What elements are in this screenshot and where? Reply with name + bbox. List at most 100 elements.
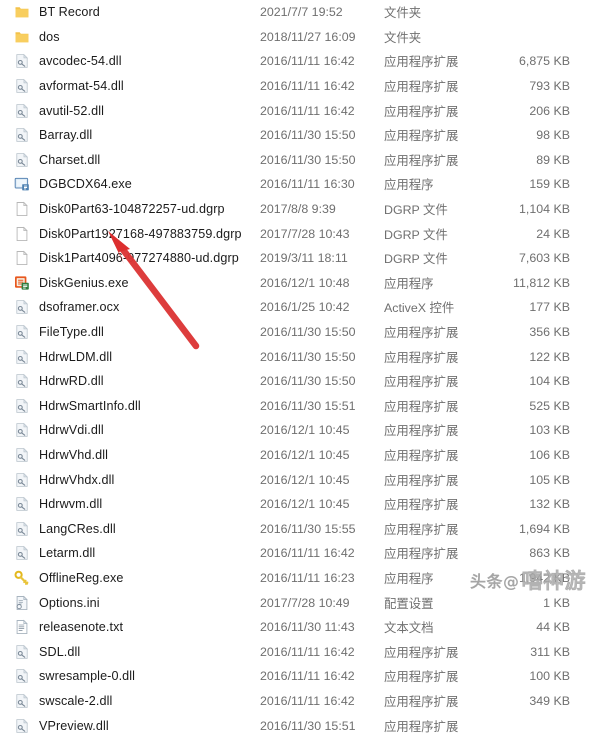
dll-icon: [14, 53, 30, 69]
file-size-cell: 1 KB: [543, 595, 570, 610]
file-row[interactable]: Letarm.dll 2016/11/11 16:42 应用程序扩展 863 KB: [0, 541, 594, 566]
file-date-cell: 2017/8/8 9:39: [260, 202, 336, 217]
file-row[interactable]: Barray.dll 2016/11/30 15:50 应用程序扩展 98 KB: [0, 123, 594, 148]
file-name-cell[interactable]: BT Record: [14, 4, 260, 20]
file-name-label: OfflineReg.exe: [39, 570, 124, 585]
file-row[interactable]: DGBCDX64.exe 2016/11/11 16:30 应用程序 159 KB: [0, 172, 594, 197]
file-size-cell: 311 KB: [530, 644, 570, 659]
file-name-label: Disk0Part63-104872257-ud.dgrp: [39, 202, 225, 217]
file-row[interactable]: Disk0Part1927168-497883759.dgrp 2017/7/28…: [0, 221, 594, 246]
file-size-cell: 98 KB: [536, 128, 570, 143]
file-name-label: Hdrwvm.dll: [39, 497, 103, 512]
file-size-cell: 356 KB: [529, 325, 570, 340]
file-row[interactable]: VPreview.dll 2016/11/30 15:51 应用程序扩展: [0, 713, 594, 738]
file-name-cell[interactable]: avutil-52.dll: [14, 103, 260, 119]
file-row[interactable]: HdrwRD.dll 2016/11/30 15:50 应用程序扩展 104 KB: [0, 369, 594, 394]
file-date-cell: 2016/11/11 16:30: [260, 177, 355, 192]
file-name-cell[interactable]: Disk0Part1927168-497883759.dgrp: [14, 226, 260, 242]
file-row[interactable]: FileType.dll 2016/11/30 15:50 应用程序扩展 356 KB: [0, 320, 594, 345]
file-name-cell[interactable]: avcodec-54.dll: [14, 53, 260, 69]
blank-doc-icon: [14, 201, 30, 217]
file-size-cell: 793 KB: [529, 79, 570, 94]
file-row[interactable]: releasenote.txt 2016/11/30 11:43 文本文档 44 KB: [0, 615, 594, 640]
file-type-cell: DGRP 文件: [384, 203, 448, 218]
file-size-cell: 11,812 KB: [513, 275, 570, 290]
file-name-cell[interactable]: Disk0Part63-104872257-ud.dgrp: [14, 201, 260, 217]
file-name-cell[interactable]: VPreview.dll: [14, 718, 260, 734]
file-row[interactable]: HdrwVhdx.dll 2016/12/1 10:45 应用程序扩展 105 KB: [0, 467, 594, 492]
file-type-cell: 应用程序扩展: [384, 522, 459, 537]
file-name-label: avutil-52.dll: [39, 103, 105, 118]
file-row[interactable]: avutil-52.dll 2016/11/11 16:42 应用程序扩展 206 K…: [0, 98, 594, 123]
file-name-label: DiskGenius.exe: [39, 275, 129, 290]
file-name-cell[interactable]: FileType.dll: [14, 324, 260, 340]
dll-icon: [14, 472, 30, 488]
file-row[interactable]: DiskGenius.exe 2016/12/1 10:48 应用程序 11,812 …: [0, 271, 594, 296]
file-name-cell[interactable]: HdrwLDM.dll: [14, 349, 260, 365]
file-row[interactable]: Charset.dll 2016/11/30 15:50 应用程序扩展 89 KB: [0, 148, 594, 173]
file-name-cell[interactable]: swscale-2.dll: [14, 693, 260, 709]
file-name-cell[interactable]: Options.ini: [14, 595, 260, 611]
file-name-label: HdrwRD.dll: [39, 374, 104, 389]
file-size-cell: 177 KB: [529, 300, 570, 315]
file-type-cell: 应用程序: [384, 178, 434, 193]
file-row[interactable]: HdrwLDM.dll 2016/11/30 15:50 应用程序扩展 122 KB: [0, 344, 594, 369]
file-name-cell[interactable]: dsoframer.ocx: [14, 299, 260, 315]
file-row[interactable]: HdrwSmartInfo.dll 2016/11/30 15:51 应用程序扩展 5…: [0, 394, 594, 419]
file-date-cell: 2016/11/11 16:42: [260, 669, 355, 684]
file-name-label: releasenote.txt: [39, 620, 124, 635]
file-row[interactable]: Disk0Part63-104872257-ud.dgrp 2017/8/8 9:…: [0, 197, 594, 222]
dll-icon: [14, 78, 30, 94]
file-name-cell[interactable]: swresample-0.dll: [14, 668, 260, 684]
file-type-cell: 应用程序扩展: [384, 448, 459, 463]
file-name-cell[interactable]: Charset.dll: [14, 152, 260, 168]
file-name-cell[interactable]: dos: [14, 29, 260, 45]
file-name-cell[interactable]: HdrwRD.dll: [14, 373, 260, 389]
dll-icon: [14, 373, 30, 389]
file-name-cell[interactable]: Disk1Part4096-977274880-ud.dgrp: [14, 250, 260, 266]
file-row[interactable]: LangCRes.dll 2016/11/30 15:55 应用程序扩展 1,694 …: [0, 516, 594, 541]
file-row[interactable]: Hdrwvm.dll 2016/12/1 10:45 应用程序扩展 132 KB: [0, 492, 594, 517]
file-row[interactable]: swscale-2.dll 2016/11/11 16:42 应用程序扩展 349 K…: [0, 689, 594, 714]
file-row[interactable]: Disk1Part4096-977274880-ud.dgrp 2019/3/11…: [0, 246, 594, 271]
file-date-cell: 2016/11/30 15:50: [260, 325, 356, 340]
file-date-cell: 2016/12/1 10:45: [260, 497, 350, 512]
file-date-cell: 2016/11/11 16:42: [260, 644, 355, 659]
file-name-cell[interactable]: OfflineReg.exe: [14, 570, 260, 586]
file-name-cell[interactable]: HdrwSmartInfo.dll: [14, 398, 260, 414]
file-name-label: HdrwLDM.dll: [39, 349, 113, 364]
file-name-cell[interactable]: DiskGenius.exe: [14, 275, 260, 291]
file-row[interactable]: SDL.dll 2016/11/11 16:42 应用程序扩展 311 KB: [0, 639, 594, 664]
dll-icon: [14, 324, 30, 340]
file-name-cell[interactable]: releasenote.txt: [14, 619, 260, 635]
file-name-label: HdrwVhd.dll: [39, 447, 108, 462]
file-row[interactable]: dos 2018/11/27 16:09 文件夹: [0, 25, 594, 50]
file-name-cell[interactable]: SDL.dll: [14, 644, 260, 660]
file-name-cell[interactable]: avformat-54.dll: [14, 78, 260, 94]
blank-doc-icon: [14, 226, 30, 242]
file-name-cell[interactable]: Letarm.dll: [14, 545, 260, 561]
file-row[interactable]: dsoframer.ocx 2016/1/25 10:42 ActiveX 控件 17…: [0, 295, 594, 320]
folder-icon: [14, 29, 30, 45]
file-row[interactable]: HdrwVhd.dll 2016/12/1 10:45 应用程序扩展 106 KB: [0, 443, 594, 468]
file-type-cell: 应用程序扩展: [384, 153, 459, 168]
file-name-cell[interactable]: DGBCDX64.exe: [14, 176, 260, 192]
dll-icon: [14, 718, 30, 734]
file-name-cell[interactable]: HdrwVdi.dll: [14, 422, 260, 438]
file-row[interactable]: HdrwVdi.dll 2016/12/1 10:45 应用程序扩展 103 KB: [0, 418, 594, 443]
file-row[interactable]: avformat-54.dll 2016/11/11 16:42 应用程序扩展 793…: [0, 74, 594, 99]
file-date-cell: 2016/11/30 15:55: [260, 521, 356, 536]
file-size-cell: 7,603 KB: [519, 251, 570, 266]
dll-icon: [14, 398, 30, 414]
dll-icon: [14, 422, 30, 438]
file-name-cell[interactable]: Barray.dll: [14, 127, 260, 143]
file-name-cell[interactable]: Hdrwvm.dll: [14, 496, 260, 512]
file-row[interactable]: swresample-0.dll 2016/11/11 16:42 应用程序扩展 10…: [0, 664, 594, 689]
file-list[interactable]: BT Record 2021/7/7 19:52 文件夹 dos 2018/11/27 …: [0, 0, 594, 734]
file-name-cell[interactable]: HdrwVhd.dll: [14, 447, 260, 463]
file-name-cell[interactable]: HdrwVhdx.dll: [14, 472, 260, 488]
file-row[interactable]: avcodec-54.dll 2016/11/11 16:42 应用程序扩展 6,87…: [0, 49, 594, 74]
file-row[interactable]: BT Record 2021/7/7 19:52 文件夹: [0, 0, 594, 25]
file-name-cell[interactable]: LangCRes.dll: [14, 521, 260, 537]
file-type-cell: 应用程序扩展: [384, 375, 459, 390]
